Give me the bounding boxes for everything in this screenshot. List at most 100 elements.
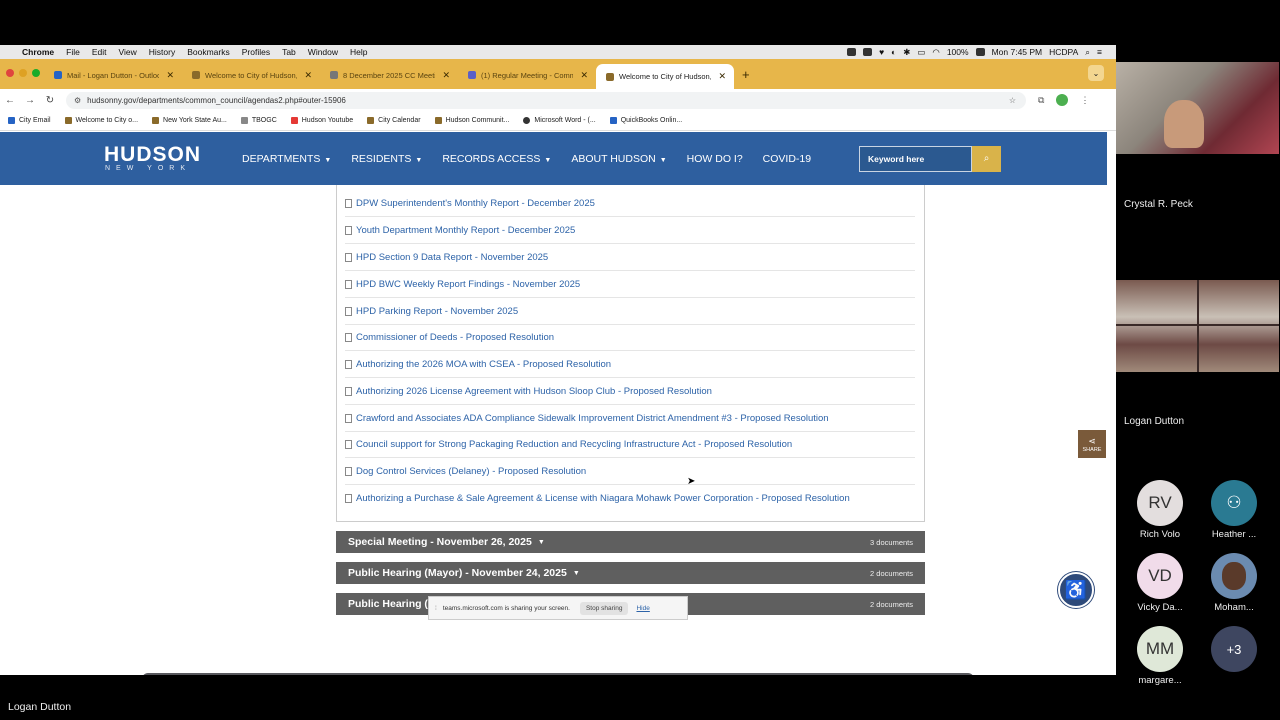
participant-tile[interactable]: VD Vicky Da... xyxy=(1131,553,1189,613)
tab-search-chevron-icon[interactable]: ⌄ xyxy=(1088,65,1104,81)
participant-tile[interactable]: MM margare... xyxy=(1131,626,1189,686)
maximize-window-icon[interactable] xyxy=(32,69,40,77)
nav-records-access[interactable]: RECORDS ACCESS ▼ xyxy=(442,153,551,165)
participant-tile[interactable]: ⚇ Heather ... xyxy=(1205,480,1263,540)
share-button[interactable]: ⋖ SHARE xyxy=(1078,430,1106,458)
bookmark-star-icon[interactable]: ☆ xyxy=(1009,96,1016,105)
display-icon[interactable]: ▭ xyxy=(917,47,925,58)
participant-tile[interactable]: RV Rich Volo xyxy=(1131,480,1189,540)
dropbox-status-icon[interactable] xyxy=(847,48,857,56)
document-link[interactable]: Council support for Strong Packaging Red… xyxy=(345,431,915,458)
close-tab-icon[interactable]: ✕ xyxy=(580,70,588,81)
bookmark-item[interactable]: TBOGC xyxy=(240,117,277,124)
site-info-icon[interactable]: ⚙ xyxy=(74,96,81,105)
meeting-accordion[interactable]: Public Hearing (Mayor) - November 24, 20… xyxy=(336,562,925,584)
control-center-icon[interactable]: ≡ xyxy=(1097,47,1102,57)
meeting-title: Special Meeting - November 26, 2025 xyxy=(348,536,532,548)
close-tab-icon[interactable]: ✕ xyxy=(166,70,174,81)
nav-departments[interactable]: DEPARTMENTS ▼ xyxy=(242,153,331,165)
bookmark-item[interactable]: Welcome to City o... xyxy=(64,117,138,124)
bookmark-item[interactable]: City Email xyxy=(8,117,51,124)
nav-covid-19[interactable]: COVID-19 xyxy=(763,153,811,165)
browser-tab[interactable]: (1) Regular Meeting - Common ✕ xyxy=(458,64,596,86)
more-menu-icon[interactable]: ⋮ xyxy=(1080,95,1089,106)
menu-edit[interactable]: Edit xyxy=(92,47,107,57)
close-tab-icon[interactable]: ✕ xyxy=(304,70,312,81)
bookmark-item[interactable]: Hudson Youtube xyxy=(290,117,353,124)
menu-history[interactable]: History xyxy=(149,47,175,57)
search-button[interactable]: ⌕ xyxy=(972,145,1001,172)
menu-file[interactable]: File xyxy=(66,47,80,57)
nav-residents[interactable]: RESIDENTS ▼ xyxy=(351,153,422,165)
more-participants-tile[interactable]: +3 xyxy=(1205,626,1263,672)
close-tab-icon[interactable]: ✕ xyxy=(442,70,450,81)
new-tab-icon[interactable]: + xyxy=(742,67,750,82)
bookmark-item[interactable]: Microsoft Word - (... xyxy=(523,117,596,124)
document-link[interactable]: Authorizing the 2026 MOA with CSEA - Pro… xyxy=(345,351,915,378)
clock[interactable]: Mon 7:45 PM xyxy=(992,47,1043,57)
forward-icon[interactable]: → xyxy=(20,95,40,106)
document-link[interactable]: Authorizing 2026 License Agreement with … xyxy=(345,378,915,405)
menu-view[interactable]: View xyxy=(118,47,136,57)
bookmark-item[interactable]: Hudson Communit... xyxy=(434,117,509,124)
bookmark-item[interactable]: New York State Au... xyxy=(152,117,227,124)
stop-sharing-button[interactable]: Stop sharing xyxy=(579,601,629,615)
user-menu[interactable]: HCDPA xyxy=(1049,47,1078,57)
search-input[interactable]: Keyword here xyxy=(859,145,972,172)
document-link[interactable]: Dog Control Services (Delaney) - Propose… xyxy=(345,458,915,485)
menu-tab[interactable]: Tab xyxy=(282,47,296,57)
extensions-icon[interactable]: ⧉ xyxy=(1038,95,1044,106)
address-bar[interactable]: ⚙ hudsonny.gov/departments/common_counci… xyxy=(66,91,1026,109)
spotlight-icon[interactable]: ⌕ xyxy=(1085,47,1090,58)
hide-link[interactable]: Hide xyxy=(636,605,649,612)
participant-tile[interactable]: Moham... xyxy=(1205,553,1263,613)
menu-profiles[interactable]: Profiles xyxy=(242,47,270,57)
status-icon[interactable] xyxy=(863,48,873,56)
profile-avatar-icon[interactable] xyxy=(1056,94,1069,106)
document-link[interactable]: HPD Section 9 Data Report - November 202… xyxy=(345,244,915,271)
document-link[interactable]: HPD Parking Report - November 2025 xyxy=(345,298,915,325)
file-icon xyxy=(345,413,352,423)
meeting-accordion[interactable]: Special Meeting - November 26, 2025 ▼ 3 d… xyxy=(336,531,925,553)
minimize-window-icon[interactable] xyxy=(19,69,27,77)
document-link[interactable]: Authorizing a Purchase & Sale Agreement … xyxy=(345,485,915,512)
bookmark-item[interactable]: City Calendar xyxy=(367,117,421,124)
nav-about-hudson[interactable]: ABOUT HUDSON ▼ xyxy=(571,153,666,165)
document-link[interactable]: HPD BWC Weekly Report Findings - Novembe… xyxy=(345,271,915,298)
document-link[interactable]: Crawford and Associates ADA Compliance S… xyxy=(345,405,915,432)
menu-window[interactable]: Window xyxy=(308,47,338,57)
browser-tab[interactable]: Mail - Logan Dutton - Outlook ✕ xyxy=(44,64,182,86)
accessibility-icon: ♿ xyxy=(1064,579,1088,600)
drag-handle-icon[interactable]: ⁞ xyxy=(435,605,437,612)
back-icon[interactable]: ← xyxy=(0,95,20,106)
window-controls xyxy=(6,69,40,77)
accessibility-button[interactable]: ♿ xyxy=(1058,572,1094,608)
close-window-icon[interactable] xyxy=(6,69,14,77)
heart-icon[interactable]: ♥ xyxy=(879,47,884,57)
sync-icon[interactable]: ◐ xyxy=(891,47,896,57)
document-link[interactable]: Youth Department Monthly Report - Decemb… xyxy=(345,217,915,244)
document-title: Authorizing a Purchase & Sale Agreement … xyxy=(356,493,850,504)
nys-bookmark-icon xyxy=(152,117,160,124)
document-title: Crawford and Associates ADA Compliance S… xyxy=(356,412,829,424)
bookmark-item[interactable]: QuickBooks Onlin... xyxy=(609,117,682,124)
battery-icon[interactable] xyxy=(975,48,985,56)
participant-video[interactable] xyxy=(1116,62,1279,154)
app-menu[interactable]: Chrome xyxy=(22,47,54,57)
site-logo[interactable]: HUDSON NEW YORK xyxy=(104,144,204,172)
document-link[interactable]: Commissioner of Deeds - Proposed Resolut… xyxy=(345,324,915,351)
bluetooth-status-icon[interactable]: ✱ xyxy=(903,47,910,58)
wifi-icon[interactable]: ◠ xyxy=(932,47,939,58)
close-tab-icon[interactable]: ✕ xyxy=(718,71,726,82)
browser-tab[interactable]: Welcome to City of Hudson, NY ✕ xyxy=(182,64,320,86)
document-title: Commissioner of Deeds - Proposed Resolut… xyxy=(356,331,555,343)
document-link[interactable]: DPW Superintendent's Monthly Report - De… xyxy=(345,190,915,217)
browser-tab-active[interactable]: Welcome to City of Hudson, NY ✕ xyxy=(596,64,734,89)
participant-video[interactable] xyxy=(1116,280,1279,372)
menu-bookmarks[interactable]: Bookmarks xyxy=(187,47,230,57)
file-icon xyxy=(345,332,352,342)
menu-help[interactable]: Help xyxy=(350,47,367,57)
nav-how-do-i[interactable]: HOW DO I? xyxy=(687,153,743,165)
reload-icon[interactable]: ↻ xyxy=(40,95,60,106)
browser-tab[interactable]: 8 December 2025 CC Meeting ✕ xyxy=(320,64,458,86)
